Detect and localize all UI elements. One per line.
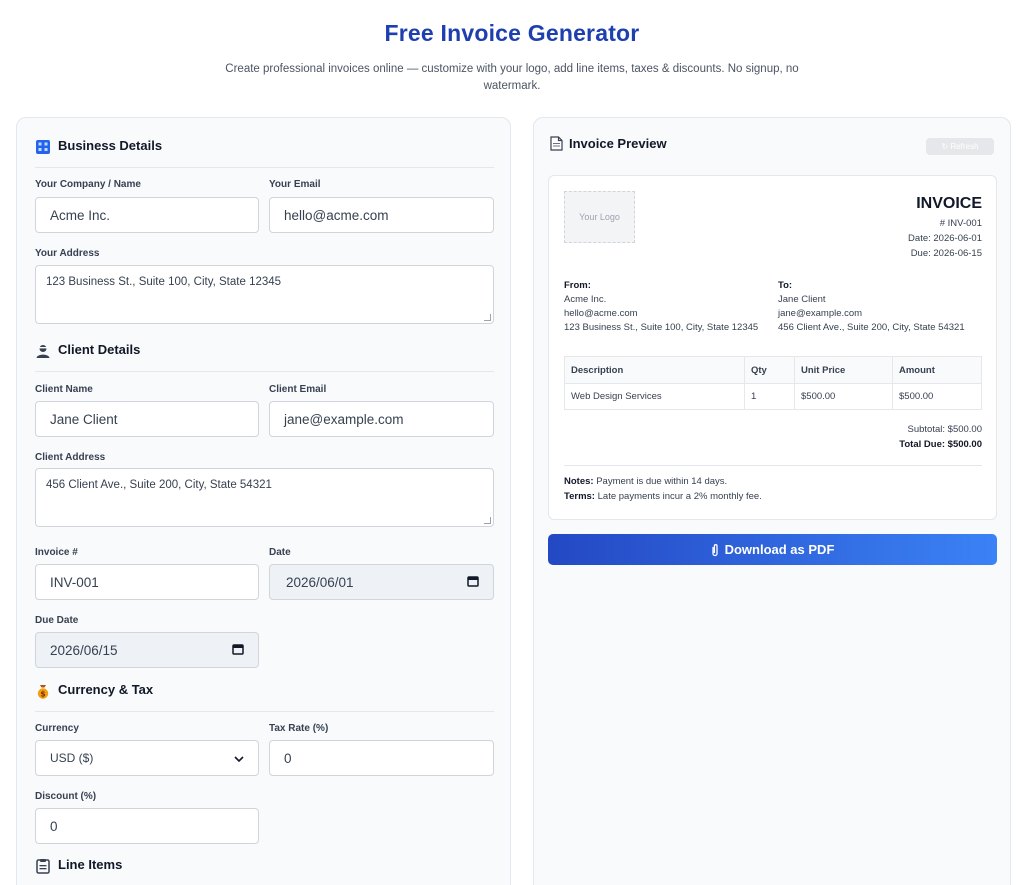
client-name-label: Client Name	[35, 384, 93, 395]
invoice-preview-header: Invoice Preview	[550, 136, 667, 151]
company-label: Your Company / Name	[35, 179, 141, 190]
company-input[interactable]: Acme Inc.	[35, 197, 259, 233]
row-description: Web Design Services	[564, 383, 745, 410]
column-header: Unit Price	[794, 356, 893, 384]
column-header: Amount	[892, 356, 982, 384]
due-date-value: 2026/06/15	[50, 642, 118, 658]
column-header: Qty	[744, 356, 795, 384]
client-details-header: Client Details	[35, 342, 494, 372]
refresh-button[interactable]: ↻ Refresh	[926, 138, 994, 155]
logo-placeholder[interactable]: Your Logo	[564, 191, 635, 243]
invoice-document: Your Logo INVOICE # INV-001 Date: 2026-0…	[548, 175, 997, 520]
row-qty: 1	[744, 383, 795, 410]
line-items-table: Description Qty Unit Price Amount Web De…	[564, 356, 982, 410]
tax-rate-label: Tax Rate (%)	[269, 723, 329, 734]
email-input[interactable]: hello@acme.com	[269, 197, 494, 233]
invoice-form-panel: Business Details Your Company / Name Acm…	[16, 117, 511, 885]
invoice-preview-panel: Invoice Preview ↻ Refresh Your Logo INVO…	[533, 117, 1011, 885]
address-textarea[interactable]: 123 Business St., Suite 100, City, State…	[35, 265, 494, 324]
resize-handle[interactable]	[484, 314, 491, 321]
due-date-input[interactable]: 2026/06/15	[35, 632, 259, 668]
total-due: Total Due: $500.00	[899, 439, 982, 450]
line-items-header: Line Items	[35, 857, 494, 885]
page-title: Free Invoice Generator	[384, 20, 640, 46]
client-address-label: Client Address	[35, 452, 106, 463]
row-unit-price: $500.00	[794, 383, 893, 410]
row-amount: $500.00	[892, 383, 982, 410]
date-value: 2026/06/01	[286, 574, 354, 590]
address-value: 123 Business St., Suite 100, City, State…	[46, 276, 282, 288]
client-email-input[interactable]: jane@example.com	[269, 401, 494, 437]
address-label: Your Address	[35, 248, 100, 259]
invoice-due-date: Due: 2026-06-15	[910, 248, 982, 259]
resize-handle[interactable]	[484, 517, 491, 524]
date-input[interactable]: 2026/06/01	[269, 564, 494, 600]
invoice-number-input[interactable]: INV-001	[35, 564, 259, 600]
notes: Notes: Payment is due within 14 days.	[564, 476, 728, 487]
date-label: Date	[269, 547, 291, 558]
calendar-icon[interactable]	[232, 643, 244, 658]
client-address-value: 456 Client Ave., Suite 200, City, State …	[46, 479, 272, 491]
calendar-icon[interactable]	[467, 575, 479, 590]
client-address-textarea[interactable]: 456 Client Ave., Suite 200, City, State …	[35, 468, 494, 527]
svg-text:$: $	[40, 689, 45, 698]
money-bag-icon: $	[35, 683, 51, 699]
user-icon	[35, 343, 51, 359]
tax-rate-input[interactable]: 0	[269, 740, 494, 776]
table-row: Web Design Services 1 $500.00 $500.00	[564, 383, 982, 410]
download-pdf-button[interactable]: Download as PDF	[548, 534, 997, 565]
currency-select[interactable]: USD ($)	[35, 740, 259, 776]
invoice-heading: INVOICE	[916, 195, 982, 212]
currency-label: Currency	[35, 723, 79, 734]
page-subtitle: Create professional invoices online — cu…	[225, 63, 799, 92]
invoice-number-label: Invoice #	[35, 547, 78, 558]
terms: Terms: Late payments incur a 2% monthly …	[564, 491, 762, 502]
client-email-label: Client Email	[269, 384, 327, 395]
discount-label: Discount (%)	[35, 791, 97, 802]
subtotal: Subtotal: $500.00	[907, 424, 982, 435]
paperclip-icon	[711, 543, 719, 557]
column-header: Description	[564, 356, 745, 384]
chevron-down-icon	[234, 751, 244, 766]
from-block: From: Acme Inc. hello@acme.com 123 Busin…	[564, 280, 759, 333]
clipboard-icon	[35, 858, 51, 874]
document-icon	[550, 136, 563, 151]
currency-tax-header: $ Currency & Tax	[35, 682, 494, 712]
email-label: Your Email	[269, 179, 321, 190]
invoice-date: Date: 2026-06-01	[908, 233, 982, 244]
client-name-input[interactable]: Jane Client	[35, 401, 259, 437]
due-date-label: Due Date	[35, 615, 79, 626]
currency-value: USD ($)	[50, 751, 94, 765]
building-icon	[35, 139, 51, 155]
to-block: To: Jane Client jane@example.com 456 Cli…	[778, 280, 965, 333]
invoice-number: # INV-001	[939, 218, 982, 229]
divider	[564, 465, 982, 466]
discount-input[interactable]: 0	[35, 808, 259, 844]
business-details-header: Business Details	[35, 138, 494, 168]
